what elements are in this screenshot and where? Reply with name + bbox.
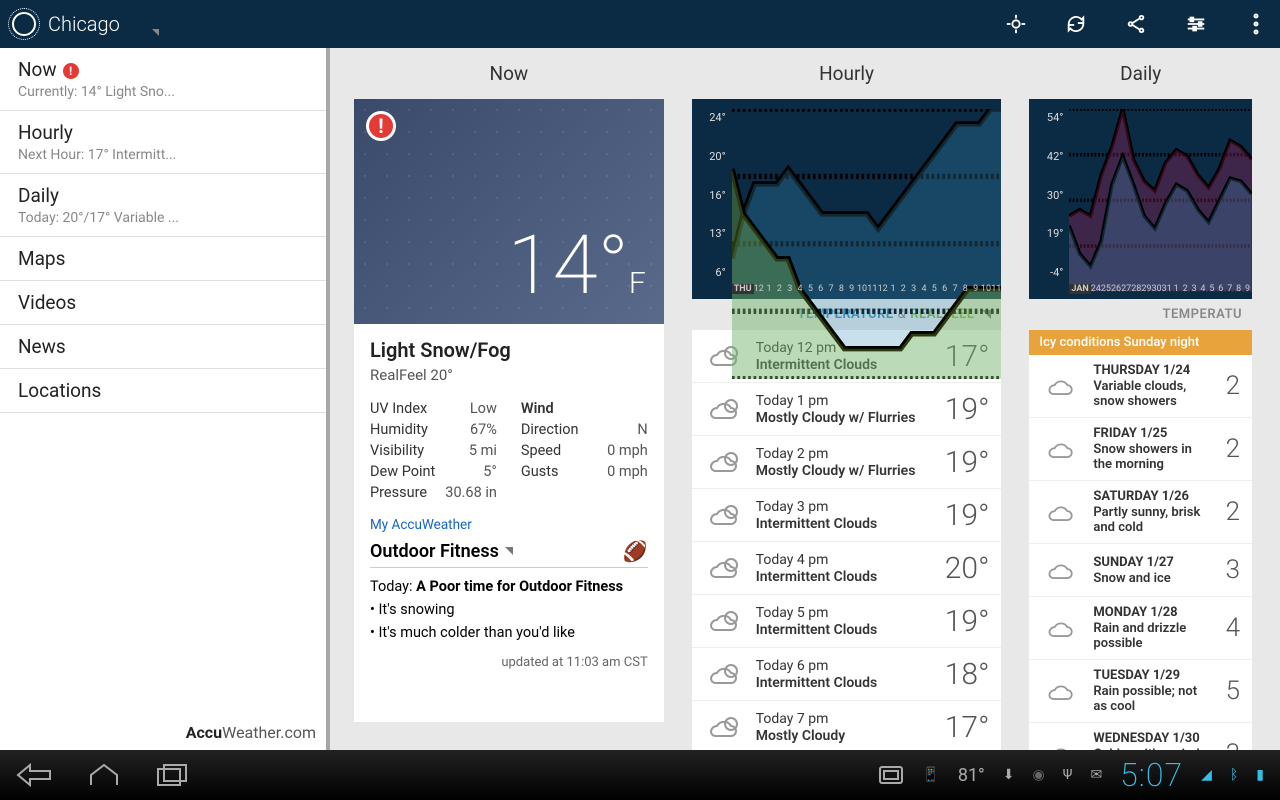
wind-header: Wind bbox=[521, 400, 554, 417]
weather-icon bbox=[704, 497, 744, 533]
weather-icon bbox=[704, 444, 744, 480]
settings-sliders-icon[interactable] bbox=[1184, 12, 1208, 36]
weather-icon bbox=[1041, 368, 1081, 404]
hourly-row[interactable]: Today 4 pmIntermittent Clouds20° bbox=[692, 542, 1002, 595]
daily-row[interactable]: TUESDAY 1/29Rain possible; not as cool5 bbox=[1029, 660, 1252, 723]
back-button[interactable] bbox=[16, 763, 52, 787]
status-clock: 5:07 bbox=[1120, 756, 1183, 794]
sidebar-item-maps[interactable]: Maps bbox=[0, 237, 326, 281]
hourly-list: Today 12 pmIntermittent Clouds17°Today 1… bbox=[692, 330, 1002, 750]
condition-text: Light Snow/Fog bbox=[370, 338, 648, 362]
hourly-row[interactable]: Today 3 pmIntermittent Clouds19° bbox=[692, 489, 1002, 542]
recent-apps-button[interactable] bbox=[156, 763, 188, 787]
weather-sun-icon bbox=[12, 12, 36, 36]
weather-icon bbox=[1041, 552, 1081, 588]
gps-icon[interactable] bbox=[1004, 12, 1028, 36]
now-card[interactable]: ! 14°F Light Snow/Fog RealFeel 20° UV In… bbox=[354, 99, 664, 722]
daily-chart[interactable]: 54°42°30°19°-4° JAN242526272829303112345… bbox=[1029, 99, 1252, 299]
dropdown-icon bbox=[152, 29, 159, 36]
weather-icon bbox=[704, 709, 744, 745]
weather-icon bbox=[704, 391, 744, 427]
daily-row[interactable]: THURSDAY 1/24Variable clouds, snow showe… bbox=[1029, 355, 1252, 418]
daily-row[interactable]: FRIDAY 1/25Snow showers in the morning2 bbox=[1029, 418, 1252, 481]
sidebar-item-now[interactable]: Now!Currently: 14° Light Sno... bbox=[0, 48, 326, 111]
now-hero: ! 14°F bbox=[354, 99, 664, 324]
weather-icon bbox=[1041, 610, 1081, 646]
sidebar-item-videos[interactable]: Videos bbox=[0, 281, 326, 325]
fitness-selector[interactable]: Outdoor Fitness 🏈 bbox=[370, 539, 648, 568]
home-button[interactable] bbox=[88, 763, 120, 787]
usb-icon: Ψ bbox=[1063, 767, 1073, 783]
refresh-icon[interactable] bbox=[1064, 12, 1088, 36]
alert-icon[interactable]: ! bbox=[366, 111, 396, 141]
hourly-row[interactable]: Today 2 pmMostly Cloudy w/ Flurries19° bbox=[692, 436, 1002, 489]
overflow-menu-icon[interactable] bbox=[1244, 12, 1268, 36]
panels: Now ! 14°F Light Snow/Fog RealFeel 20° U… bbox=[330, 48, 1280, 750]
updated-time: updated at 11:03 am CST bbox=[370, 655, 648, 670]
share-icon[interactable] bbox=[1124, 12, 1148, 36]
chevron-down-icon bbox=[505, 547, 513, 555]
hourly-chart[interactable]: 24°20°16°13°6° THU1212345678910111212345… bbox=[692, 99, 1002, 299]
stat-row: Dew Point5° bbox=[370, 461, 497, 482]
mail-icon: ✉ bbox=[1090, 767, 1102, 783]
download-icon: ⬇ bbox=[1003, 767, 1015, 783]
weather-icon bbox=[704, 656, 744, 692]
misc-status-icon: 📱 bbox=[922, 767, 939, 783]
bluetooth-icon: ᛒ bbox=[1230, 767, 1238, 783]
fitness-bullet: • It's much colder than you'd like bbox=[370, 624, 648, 641]
weather-icon bbox=[1041, 431, 1081, 467]
daily-list: Icy conditions Sunday night THURSDAY 1/2… bbox=[1029, 330, 1252, 750]
daily-row[interactable]: WEDNESDAY 1/30Colder with periods of sun… bbox=[1029, 723, 1252, 750]
main-content: Now!Currently: 14° Light Sno...HourlyNex… bbox=[0, 48, 1280, 750]
stat-row: Humidity67% bbox=[370, 419, 497, 440]
now-column: Now ! 14°F Light Snow/Fog RealFeel 20° U… bbox=[354, 48, 664, 750]
wifi-icon: ◢ bbox=[1201, 767, 1212, 783]
daily-column: Daily 54°42°30°19°-4° JAN242526272829303… bbox=[1029, 48, 1252, 750]
weather-icon bbox=[1041, 673, 1081, 709]
daily-row[interactable]: SUNDAY 1/27Snow and ice3 bbox=[1029, 544, 1252, 597]
stat-row: Pressure30.68 in bbox=[370, 482, 497, 503]
sidebar-item-locations[interactable]: Locations bbox=[0, 369, 326, 413]
alert-banner[interactable]: Icy conditions Sunday night bbox=[1029, 330, 1252, 355]
brand-logo: AccuWeather.com bbox=[186, 723, 316, 742]
stat-row: Gusts0 mph bbox=[521, 461, 648, 482]
sidebar-item-daily[interactable]: DailyToday: 20°/17° Variable ... bbox=[0, 174, 326, 237]
daily-legend[interactable]: TEMPERATU bbox=[1029, 299, 1252, 330]
stat-row: UV IndexLow bbox=[370, 398, 497, 419]
system-navbar: 📱 81° ⬇ ◉ Ψ ✉ 5:07 ◢ ᛒ ▮ bbox=[0, 750, 1280, 800]
fitness-summary: Today: A Poor time for Outdoor Fitness bbox=[370, 578, 648, 595]
weather-icon bbox=[704, 550, 744, 586]
sidebar-item-news[interactable]: News bbox=[0, 325, 326, 369]
status-temp: 81° bbox=[958, 765, 985, 786]
my-accuweather-link[interactable]: My AccuWeather bbox=[370, 517, 648, 533]
daily-row[interactable]: SATURDAY 1/26Partly sunny, brisk and col… bbox=[1029, 481, 1252, 544]
daily-header: Daily bbox=[1029, 48, 1252, 99]
battery-icon: ▮ bbox=[1256, 767, 1264, 783]
now-header: Now bbox=[354, 48, 664, 99]
hourly-row[interactable]: Today 1 pmMostly Cloudy w/ Flurries19° bbox=[692, 383, 1002, 436]
hourly-row[interactable]: Today 5 pmIntermittent Clouds19° bbox=[692, 595, 1002, 648]
sidebar: Now!Currently: 14° Light Sno...HourlyNex… bbox=[0, 48, 330, 750]
current-temp: 14°F bbox=[507, 218, 645, 314]
daily-row[interactable]: MONDAY 1/28Rain and drizzle possible4 bbox=[1029, 597, 1252, 660]
hourly-header: Hourly bbox=[692, 48, 1002, 99]
location-selector[interactable]: Chicago bbox=[12, 12, 1004, 36]
realfeel-text: RealFeel 20° bbox=[370, 366, 648, 384]
stat-row: DirectionN bbox=[521, 419, 648, 440]
football-icon: 🏈 bbox=[623, 539, 648, 563]
screenshot-icon bbox=[878, 765, 904, 785]
stat-row: Visibility5 mi bbox=[370, 440, 497, 461]
android-icon: ◉ bbox=[1033, 767, 1045, 783]
weather-icon bbox=[704, 603, 744, 639]
weather-icon bbox=[1041, 736, 1081, 750]
hourly-row[interactable]: Today 6 pmIntermittent Clouds18° bbox=[692, 648, 1002, 701]
sidebar-item-hourly[interactable]: HourlyNext Hour: 17° Intermitt... bbox=[0, 111, 326, 174]
hourly-row[interactable]: Today 7 pmMostly Cloudy17° bbox=[692, 701, 1002, 750]
fitness-bullet: • It's snowing bbox=[370, 601, 648, 618]
app-topbar: Chicago bbox=[0, 0, 1280, 48]
weather-icon bbox=[1041, 494, 1081, 530]
location-name: Chicago bbox=[48, 12, 120, 36]
stat-row: Speed0 mph bbox=[521, 440, 648, 461]
hourly-column: Hourly 24°20°16°13°6° THU121234567891011… bbox=[692, 48, 1002, 750]
